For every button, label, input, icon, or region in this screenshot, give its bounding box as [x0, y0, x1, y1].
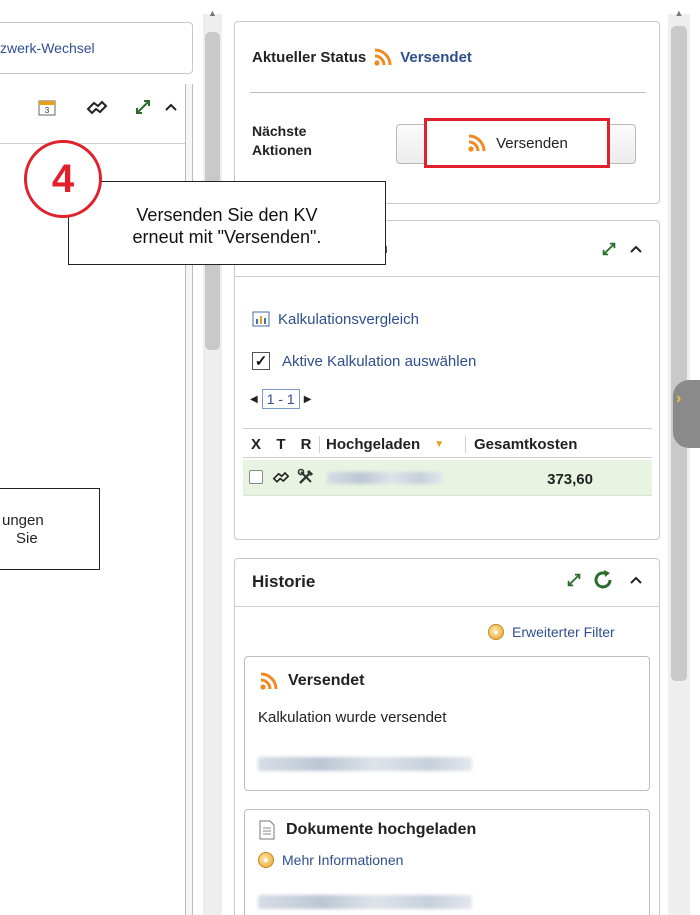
compare-row[interactable]: Kalkulationsvergleich	[252, 310, 419, 328]
right-scrollbar-thumb[interactable]	[671, 26, 687, 681]
info-icon: ●	[488, 624, 504, 640]
checkbox-checked-icon[interactable]: ✓	[252, 352, 270, 370]
tools-icon	[293, 468, 319, 490]
next-actions-line2: Aktionen	[252, 142, 312, 158]
history-entry-header: Dokumente hochgeladen	[258, 820, 476, 840]
status-row: Aktueller Status Versendet	[252, 46, 472, 68]
document-icon	[259, 820, 275, 840]
status-divider	[250, 92, 646, 93]
instruction-line2: erneut mit "Versenden".	[132, 227, 322, 247]
handshake-icon	[269, 469, 293, 489]
active-calc-label: Aktive Kalkulation auswählen	[282, 352, 477, 370]
pager-prev-icon[interactable]: ◀	[250, 394, 258, 405]
handshake-icon[interactable]	[86, 96, 108, 118]
advanced-filter-link[interactable]: Erweiterter Filter	[512, 624, 615, 640]
pager-value[interactable]: 1 - 1	[261, 389, 300, 409]
send-button-label: Versenden	[496, 134, 568, 152]
redacted-timestamp	[258, 757, 472, 771]
pager: ◀ 1 - 1 ▶	[250, 389, 311, 409]
col-total[interactable]: Gesamtkosten	[465, 435, 595, 453]
scroll-up-icon[interactable]: ▲	[203, 8, 222, 18]
rss-icon	[260, 672, 278, 690]
chevron-right-icon: ›	[676, 390, 682, 407]
status-label: Aktueller Status	[252, 48, 367, 66]
sort-desc-icon: ▼	[434, 438, 445, 450]
history-title: Historie	[252, 572, 316, 591]
collapse-icon[interactable]	[160, 96, 182, 118]
more-info[interactable]: ● Mehr Informationen	[258, 852, 403, 868]
rss-icon	[468, 134, 486, 152]
instruction-line1: Versenden Sie den KV	[136, 205, 318, 225]
right-scroll-up-icon[interactable]: ▲	[668, 8, 690, 18]
status-value: Versendet	[400, 48, 472, 66]
refresh-icon[interactable]	[591, 568, 615, 595]
instruction-callout: Versenden Sie den KV erneut mit "Versend…	[68, 181, 386, 265]
step-number-badge: 4	[24, 140, 102, 218]
calc-collapse-icon[interactable]	[628, 241, 644, 260]
total-cell: 373,60	[547, 470, 593, 488]
partial-callout-text: ungen Sie	[0, 512, 44, 548]
calc-expand-icon[interactable]	[600, 240, 618, 261]
partial-callout-line1: ungen	[2, 512, 44, 529]
col-r[interactable]: R	[293, 436, 319, 453]
history-entry-header: Versendet	[258, 670, 364, 692]
history-collapse-icon[interactable]	[628, 572, 644, 591]
calendar-icon[interactable]: 3	[36, 96, 58, 118]
send-button[interactable]: Versenden	[424, 118, 610, 168]
expand-icon[interactable]	[132, 96, 154, 118]
uploaded-cell	[319, 471, 465, 488]
compare-link[interactable]: Kalkulationsvergleich	[278, 311, 419, 328]
history-expand-icon[interactable]	[565, 571, 583, 592]
history-divider	[234, 606, 660, 607]
pager-next-icon[interactable]: ▶	[304, 394, 312, 405]
info-icon: ●	[258, 852, 274, 868]
rss-icon	[372, 46, 395, 68]
svg-text:3: 3	[45, 106, 50, 115]
redacted-timestamp	[258, 895, 472, 909]
active-calc-row[interactable]: ✓ Aktive Kalkulation auswählen	[252, 352, 476, 370]
partial-callout-line2: Sie	[16, 530, 38, 547]
chart-icon	[252, 311, 270, 327]
network-change-tab-label: zwerk-Wechsel	[0, 40, 95, 56]
history-entry-title: Versendet	[288, 672, 365, 689]
history-entry-title: Dokumente hochgeladen	[286, 821, 477, 838]
col-uploaded[interactable]: Hochgeladen ▼	[319, 435, 465, 453]
col-t[interactable]: T	[269, 436, 293, 453]
row-checkbox-cell[interactable]	[243, 470, 269, 488]
redacted-date	[327, 471, 443, 484]
more-info-link[interactable]: Mehr Informationen	[282, 852, 403, 868]
col-x[interactable]: X	[243, 436, 269, 453]
col-uploaded-label: Hochgeladen	[326, 435, 421, 453]
row-checkbox[interactable]	[249, 470, 263, 484]
history-entry-text: Kalkulation wurde versendet	[258, 709, 447, 726]
next-actions-label: Nächste Aktionen	[252, 122, 312, 160]
calc-divider	[234, 276, 660, 277]
table-header-row: X T R Hochgeladen ▼ Gesamtkosten	[243, 433, 652, 455]
table-row-content: 373,60	[243, 468, 652, 490]
advanced-filter[interactable]: ● Erweiterter Filter	[488, 624, 615, 640]
next-actions-line1: Nächste	[252, 123, 307, 139]
